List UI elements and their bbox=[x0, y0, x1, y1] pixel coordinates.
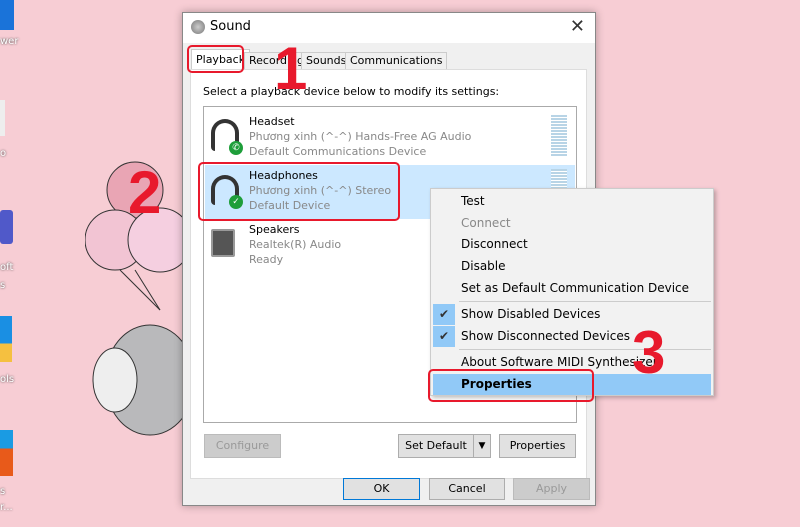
checkmark-icon: ✔ bbox=[433, 326, 455, 347]
title-bar: Sound ✕ bbox=[183, 13, 595, 43]
menu-item-disable[interactable]: Disable bbox=[433, 256, 711, 277]
desktop-icon-document[interactable] bbox=[0, 100, 5, 136]
device-status: Ready bbox=[249, 253, 284, 266]
tab-communications[interactable]: Communications bbox=[345, 52, 448, 70]
context-menu: Test Connect Disconnect Disable Set as D… bbox=[430, 188, 714, 396]
menu-item-disconnect[interactable]: Disconnect bbox=[433, 234, 711, 255]
desktop-label: r... bbox=[0, 502, 13, 513]
device-name: Headset bbox=[249, 115, 295, 128]
menu-separator bbox=[459, 349, 711, 350]
annotation-number-1: 1 bbox=[274, 35, 308, 102]
cancel-button[interactable]: Cancel bbox=[429, 478, 505, 500]
annotation-box-3 bbox=[428, 369, 594, 402]
menu-item-label: Show Disabled Devices bbox=[461, 307, 601, 321]
menu-item-test[interactable]: Test bbox=[433, 191, 711, 212]
device-driver: Realtek(R) Audio bbox=[249, 238, 342, 251]
menu-item-label: Show Disconnected Devices bbox=[461, 329, 630, 343]
device-status: Default Communications Device bbox=[249, 145, 427, 158]
annotation-box-1 bbox=[187, 45, 244, 73]
apply-button[interactable]: Apply bbox=[513, 478, 590, 500]
checkmark-icon: ✔ bbox=[433, 304, 455, 325]
desktop-label: o bbox=[0, 148, 7, 159]
menu-item-show-disconnected[interactable]: ✔ Show Disconnected Devices bbox=[433, 326, 711, 347]
annotation-number-2: 2 bbox=[128, 159, 162, 226]
dialog-title: Sound bbox=[210, 19, 251, 34]
speaker-icon bbox=[211, 229, 235, 257]
menu-item-connect[interactable]: Connect bbox=[433, 213, 711, 234]
desktop-icon-teamviewer[interactable] bbox=[0, 0, 14, 30]
annotation-box-2 bbox=[198, 162, 400, 221]
desktop-icon-teams[interactable] bbox=[0, 210, 13, 244]
desktop-label: s bbox=[0, 486, 6, 497]
desktop-label: s bbox=[0, 280, 6, 291]
device-name: Speakers bbox=[249, 223, 300, 236]
set-default-button[interactable]: Set Default bbox=[398, 434, 474, 458]
configure-button[interactable]: Configure bbox=[204, 434, 281, 458]
volume-meter bbox=[551, 115, 567, 157]
menu-item-show-disabled[interactable]: ✔ Show Disabled Devices bbox=[433, 304, 711, 325]
device-driver: Phương xinh (^-^) Hands-Free AG Audio bbox=[249, 130, 472, 143]
desktop-icon-tools[interactable] bbox=[0, 316, 12, 362]
desktop-label: wer bbox=[0, 36, 19, 47]
properties-button[interactable]: Properties bbox=[499, 434, 576, 458]
desktop-label: ols bbox=[0, 374, 15, 385]
device-headset[interactable]: ✆ Headset Phương xinh (^-^) Hands-Free A… bbox=[205, 111, 575, 165]
desktop-label: oft bbox=[0, 262, 14, 273]
set-default-dropdown-arrow-icon[interactable]: ▼ bbox=[473, 434, 491, 458]
instruction-text: Select a playback device below to modify… bbox=[203, 85, 500, 98]
menu-separator bbox=[459, 301, 711, 302]
speaker-app-icon bbox=[191, 20, 205, 34]
menu-item-set-default-communication[interactable]: Set as Default Communication Device bbox=[433, 278, 711, 299]
annotation-number-3: 3 bbox=[632, 319, 666, 386]
phone-badge-icon: ✆ bbox=[229, 141, 243, 155]
tab-sounds[interactable]: Sounds bbox=[301, 52, 352, 70]
desktop-icon-app[interactable] bbox=[0, 430, 13, 476]
close-button[interactable]: ✕ bbox=[570, 16, 585, 37]
ok-button[interactable]: OK bbox=[343, 478, 420, 500]
